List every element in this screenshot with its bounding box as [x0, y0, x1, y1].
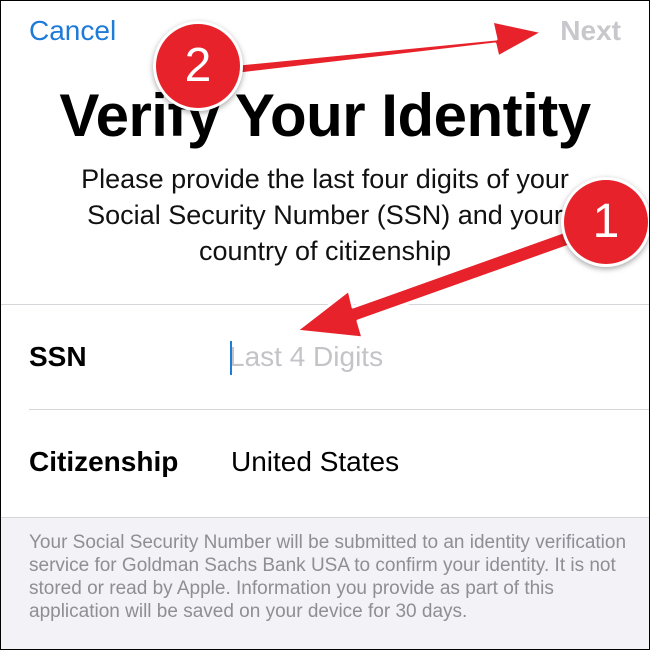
next-button[interactable]: Next: [560, 15, 621, 47]
text-cursor: [230, 341, 232, 375]
citizenship-row[interactable]: Citizenship United States: [1, 410, 649, 514]
screen: Cancel Next Verify Your Identity Please …: [0, 0, 650, 650]
ssn-row[interactable]: SSN: [1, 305, 649, 409]
citizenship-label: Citizenship: [29, 446, 179, 477]
ssn-label: SSN: [29, 341, 87, 372]
cancel-button[interactable]: Cancel: [29, 15, 116, 47]
identity-form: SSN Citizenship United States: [1, 304, 649, 518]
header-area: Cancel Next Verify Your Identity Please …: [1, 1, 649, 304]
annotation-badge-2: 2: [153, 21, 243, 111]
page-subtitle: Please provide the last four digits of y…: [81, 164, 569, 266]
page-title: Verify Your Identity: [59, 82, 591, 149]
citizenship-value[interactable]: United States: [231, 446, 399, 478]
annotation-badge-1: 1: [561, 177, 649, 267]
disclaimer-text: Your Social Security Number will be subm…: [29, 532, 627, 622]
ssn-input[interactable]: [229, 337, 609, 377]
